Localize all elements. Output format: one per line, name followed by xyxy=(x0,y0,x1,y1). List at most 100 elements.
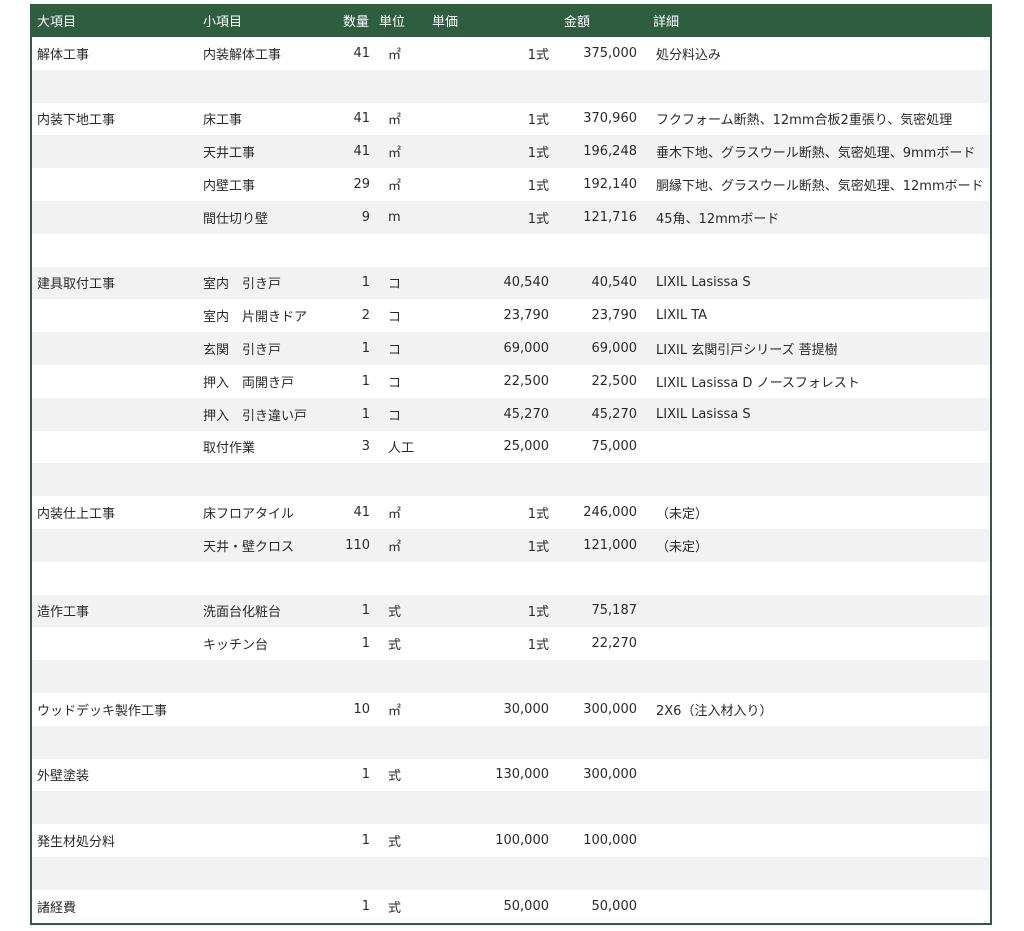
table-row: 外壁塗装 1 式 130,000 300,000 xyxy=(32,759,990,792)
cell-unit-price: 25,000 xyxy=(503,439,550,455)
header-quantity: 数量 xyxy=(343,15,370,30)
cell-unit-price xyxy=(427,660,561,693)
cell-amount: 121,000 xyxy=(583,537,637,553)
cell-quantity: 2 xyxy=(361,308,370,324)
table-row: 建具取付工事 室内 引き戸 1 コ 40,540 40,540 LIXIL Lasissa … xyxy=(32,266,990,300)
header-row: 大項目 小項目 数量 単位 単価 金額 詳細 xyxy=(32,4,990,37)
cell-minor-category xyxy=(198,824,335,857)
cell-major-category: 建具取付工事 xyxy=(37,277,116,293)
cell-quantity: 1 xyxy=(361,636,370,652)
cell-minor-category: 取付作業 xyxy=(203,441,256,457)
cell-quantity: 10 xyxy=(353,701,370,717)
cell-unit-price: 1式 xyxy=(527,146,549,162)
cell-amount: 22,270 xyxy=(591,636,638,652)
table-row xyxy=(32,562,990,595)
table-row xyxy=(32,856,990,890)
cell-quantity: 1 xyxy=(361,341,370,357)
cell-quantity: 1 xyxy=(361,406,370,422)
cell-amount xyxy=(561,660,639,693)
cell-quantity: 110 xyxy=(345,537,370,553)
cell-quantity: 1 xyxy=(361,833,370,849)
cell-minor-category xyxy=(198,463,335,496)
table-row xyxy=(32,791,990,825)
cell-amount: 300,000 xyxy=(583,701,637,717)
cell-detail xyxy=(639,857,990,890)
cell-major-category xyxy=(32,529,198,562)
cell-quantity xyxy=(335,857,374,890)
cell-amount: 50,000 xyxy=(591,898,638,914)
cell-unit: ㎡ xyxy=(388,539,402,555)
cell-major-category xyxy=(32,431,198,464)
cell-unit: ㎡ xyxy=(388,703,402,719)
cell-minor-category: 床工事 xyxy=(203,113,243,129)
cell-quantity xyxy=(335,660,374,693)
cell-unit: 式 xyxy=(388,638,402,654)
cell-major-category: 造作工事 xyxy=(37,605,90,621)
cell-amount: 192,140 xyxy=(583,177,637,193)
cell-detail: （未定） xyxy=(656,539,709,555)
table-row: 造作工事 洗面台化粧台 1 式 1式 75,187 xyxy=(32,594,990,628)
cell-quantity: 1 xyxy=(361,767,370,783)
cell-unit: コ xyxy=(388,310,402,326)
cell-unit-price: 1式 xyxy=(527,507,549,523)
header-amount: 金額 xyxy=(564,15,591,30)
header-unit-price: 単価 xyxy=(432,15,459,30)
cell-quantity: 1 xyxy=(361,898,370,914)
cell-detail xyxy=(639,463,990,496)
table-header: 大項目 小項目 数量 単位 単価 金額 詳細 xyxy=(32,4,990,37)
cell-unit-price xyxy=(427,857,561,890)
cell-unit: ㎡ xyxy=(388,146,402,162)
cell-unit: ㎡ xyxy=(388,113,402,129)
cell-minor-category: 天井・壁クロス xyxy=(203,539,295,555)
cell-minor-category xyxy=(198,857,335,890)
cell-major-category xyxy=(32,299,198,332)
cell-quantity xyxy=(335,791,374,824)
cell-amount: 300,000 xyxy=(583,767,637,783)
cell-amount: 246,000 xyxy=(583,505,637,521)
cell-major-category xyxy=(32,562,198,595)
table-row: ウッドデッキ製作工事 10 ㎡ 30,000 300,000 2X6（注入材入り） xyxy=(32,693,990,726)
cell-unit xyxy=(374,791,427,824)
cell-minor-category: 玄関 引き戸 xyxy=(203,343,282,359)
cell-unit: コ xyxy=(388,375,402,391)
cell-major-category xyxy=(32,168,198,201)
cell-unit: ㎡ xyxy=(388,47,402,63)
cell-detail xyxy=(639,627,990,660)
cell-unit-price: 23,790 xyxy=(503,308,550,324)
table-row: 解体工事 内装解体工事 41 ㎡ 1式 375,000 処分料込み xyxy=(32,37,990,70)
cell-quantity xyxy=(335,726,374,759)
table-row: 諸経費 1 式 50,000 50,000 xyxy=(32,890,990,923)
cell-minor-category xyxy=(198,726,335,759)
cell-unit-price: 1式 xyxy=(527,179,549,195)
cell-unit-price: 22,500 xyxy=(503,373,550,389)
cell-major-category xyxy=(32,660,198,693)
cell-amount: 196,248 xyxy=(583,144,637,160)
cell-amount: 23,790 xyxy=(591,308,638,324)
cell-unit-price: 130,000 xyxy=(495,767,549,783)
cell-unit-price: 1式 xyxy=(527,539,549,555)
cell-unit: 式 xyxy=(388,900,402,916)
table-row: キッチン台 1 式 1式 22,270 xyxy=(32,627,990,660)
table-row: 天井工事 41 ㎡ 1式 196,248 垂木下地、グラスウール断熱、気密処理、9mmボー… xyxy=(32,135,990,169)
table-row: 発生材処分料 1 式 100,000 100,000 xyxy=(32,824,990,857)
table-row: 内壁工事 29 ㎡ 1式 192,140 胴縁下地、グラスウール断熱、気密処理、12mmボ… xyxy=(32,168,990,201)
cell-unit-price: 50,000 xyxy=(503,898,550,914)
cell-detail: LIXIL Lasissa S xyxy=(656,406,751,422)
cell-minor-category xyxy=(198,693,335,726)
cell-detail xyxy=(639,759,990,792)
cell-major-category: 内装下地工事 xyxy=(37,113,116,129)
cell-amount: 370,960 xyxy=(583,111,637,127)
cell-amount: 69,000 xyxy=(591,341,638,357)
cell-detail xyxy=(639,824,990,857)
cell-unit xyxy=(374,857,427,890)
cell-unit: コ xyxy=(388,408,402,424)
cell-quantity: 41 xyxy=(353,505,370,521)
cell-major-category: 諸経費 xyxy=(37,900,77,916)
cell-unit-price: 40,540 xyxy=(503,275,550,291)
cell-detail xyxy=(639,562,990,595)
table-row xyxy=(32,69,990,103)
cell-minor-category: 内壁工事 xyxy=(203,179,256,195)
cell-major-category xyxy=(32,135,198,168)
table-row xyxy=(32,660,990,693)
cell-detail: 処分料込み xyxy=(656,47,722,63)
